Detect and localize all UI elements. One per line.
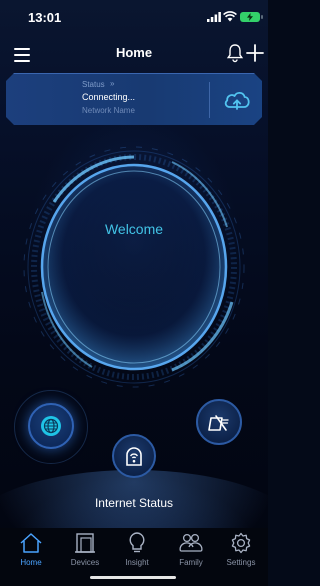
battery-icon bbox=[240, 12, 263, 22]
gear-icon bbox=[231, 532, 251, 554]
welcome-text: Welcome bbox=[104, 221, 164, 237]
chevron-right-icon: » bbox=[110, 79, 115, 88]
router-icon bbox=[126, 447, 142, 466]
welcome-ring-graphic bbox=[23, 146, 245, 388]
tab-settings[interactable]: Settings bbox=[214, 532, 268, 574]
tab-label: Insight bbox=[125, 558, 149, 567]
app-header: Home bbox=[0, 36, 268, 72]
cellular-signal-icon bbox=[207, 12, 221, 22]
bell-icon[interactable] bbox=[226, 43, 244, 63]
status-label: Status bbox=[82, 80, 105, 89]
connection-text: Connecting... bbox=[82, 92, 136, 102]
connection-status-card[interactable]: Status » Connecting... Network Name bbox=[6, 73, 262, 125]
status-time: 13:01 bbox=[28, 10, 62, 25]
add-icon[interactable] bbox=[246, 44, 264, 62]
tab-home[interactable]: Home bbox=[4, 532, 58, 574]
wifi-icon bbox=[223, 11, 237, 22]
tab-label: Settings bbox=[226, 558, 256, 567]
tab-devices[interactable]: Devices bbox=[58, 532, 112, 574]
card-divider bbox=[209, 82, 210, 118]
home-indicator bbox=[90, 576, 176, 579]
internet-status-label: Internet Status bbox=[94, 496, 174, 510]
cloud-upload-icon[interactable] bbox=[220, 83, 254, 117]
app-screen: 13:01 Home Status » Connecting... Networ… bbox=[0, 0, 268, 586]
tab-family[interactable]: Family bbox=[164, 532, 218, 574]
globe-icon bbox=[41, 416, 61, 436]
lightbulb-icon bbox=[129, 532, 145, 553]
devices-icon bbox=[75, 533, 95, 553]
router-button[interactable] bbox=[112, 434, 156, 478]
speed-test-button[interactable] bbox=[196, 399, 242, 445]
home-icon bbox=[20, 533, 42, 553]
network-name: Network Name bbox=[82, 106, 135, 115]
status-bar: 13:01 bbox=[0, 0, 268, 36]
internet-button[interactable] bbox=[28, 403, 74, 449]
tab-label: Family bbox=[179, 558, 203, 567]
tab-insight[interactable]: Insight bbox=[110, 532, 164, 574]
family-icon bbox=[179, 533, 203, 552]
link-off-icon bbox=[208, 415, 229, 431]
tab-label: Home bbox=[20, 558, 42, 567]
tab-label: Devices bbox=[70, 558, 100, 567]
